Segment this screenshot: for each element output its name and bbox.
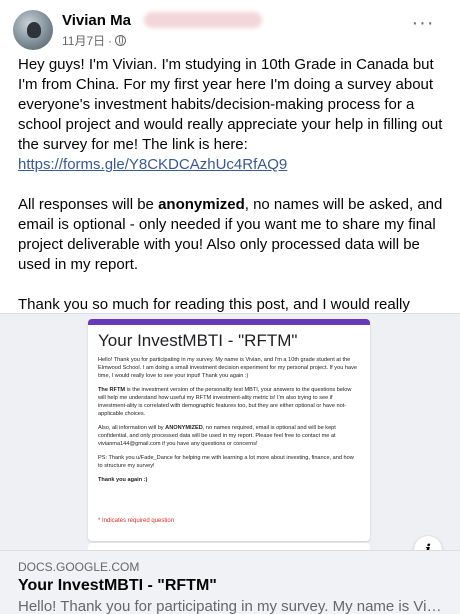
redacted-name-blur xyxy=(144,12,262,28)
form-rftm-paragraph: The RFTM is the investment version of th… xyxy=(98,387,352,417)
preview-description: Hello! Thank you for participating in my… xyxy=(18,598,442,614)
link-preview-card[interactable]: Your InvestMBTI - "RFTM" Hello! Thank yo… xyxy=(0,313,460,614)
form-title: Your InvestMBTI - "RFTM" xyxy=(98,331,298,350)
survey-link[interactable]: https://forms.gle/Y8CKDCAzhUc4RfAQ9 xyxy=(18,156,287,173)
more-options-button[interactable]: ··· xyxy=(408,13,438,36)
form-intro: Hello! Thank you for participating in my… xyxy=(98,357,357,379)
form-ps-paragraph: PS: Thank you u/Fade_Dance for helping m… xyxy=(98,455,354,469)
post-header: Vivian Ma 11月7日 · ··· xyxy=(0,0,460,52)
preview-domain: DOCS.GOOGLE.COM xyxy=(18,560,140,574)
form-thanks: Thank you again :) xyxy=(98,477,148,483)
form-required-note: * Indicates required question xyxy=(98,518,175,524)
avatar[interactable] xyxy=(13,10,53,50)
preview-meta[interactable]: DOCS.GOOGLE.COM Your InvestMBTI - "RFTM"… xyxy=(0,550,460,614)
meta-separator: · xyxy=(108,33,113,48)
post-date[interactable]: 11月7日 xyxy=(62,32,105,49)
form-screenshot: Your InvestMBTI - "RFTM" Hello! Thank yo… xyxy=(88,319,370,541)
post-paragraph-1: Hey guys! I'm Vivian. I'm studying in 10… xyxy=(18,56,443,173)
post-meta: 11月7日 · xyxy=(62,32,127,49)
author-name[interactable]: Vivian Ma xyxy=(62,12,131,29)
post-paragraph-2: All responses will be anonymized, no nam… xyxy=(18,196,443,273)
globe-icon xyxy=(115,35,127,46)
preview-image[interactable]: Your InvestMBTI - "RFTM" Hello! Thank yo… xyxy=(0,314,460,550)
preview-title: Your InvestMBTI - "RFTM" xyxy=(18,577,217,594)
form-anonymized-paragraph: Also, all information will by ANONYMIZED… xyxy=(98,425,336,447)
form-next-card xyxy=(88,543,370,550)
info-icon[interactable]: i xyxy=(414,536,442,550)
